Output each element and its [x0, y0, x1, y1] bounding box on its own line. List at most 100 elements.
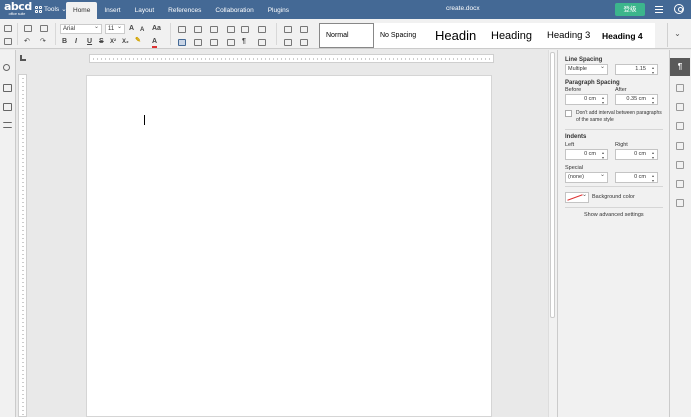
vertical-ruler[interactable] [18, 74, 27, 417]
spacing-before-field[interactable]: 0 cm [565, 94, 608, 105]
highlight-color-icon[interactable]: ✎ [135, 37, 141, 45]
increase-indent-icon[interactable] [241, 26, 249, 33]
navigation-icon[interactable] [3, 122, 12, 128]
paste-icon[interactable] [40, 25, 48, 32]
underline-button[interactable]: U [87, 38, 92, 46]
indent-left-field[interactable]: 0 cm [565, 149, 608, 160]
justify-icon[interactable] [227, 39, 235, 46]
copy-style-icon[interactable] [284, 39, 292, 46]
user-account-icon[interactable] [674, 4, 684, 14]
italic-button[interactable]: I [75, 38, 77, 46]
table-settings-icon[interactable] [676, 84, 684, 92]
line-spacing-type-select[interactable]: Multiple [565, 63, 608, 75]
paragraph-spacing-title: Paragraph Spacing [565, 80, 620, 86]
tab-home[interactable]: Home [66, 2, 98, 19]
styles-gallery: Normal No Spacing Headin Heading Heading… [319, 23, 655, 50]
chart-settings-icon[interactable] [676, 161, 684, 169]
align-right-icon[interactable] [210, 39, 218, 46]
shading-icon[interactable] [258, 39, 266, 46]
tab-layout[interactable]: Layout [128, 2, 162, 19]
comments-icon[interactable] [3, 84, 12, 92]
after-label: After [615, 87, 627, 93]
increase-font-button[interactable]: A [129, 25, 134, 33]
document-title: create.docx [446, 5, 480, 12]
hamburger-menu-icon[interactable] [655, 6, 663, 13]
style-heading-2[interactable]: Heading [485, 23, 541, 48]
bold-button[interactable]: B [62, 38, 67, 46]
title-bar: abcd office suite Tools ⌄ Home Insert La… [0, 0, 691, 19]
text-art-icon[interactable] [676, 180, 684, 188]
header-footer-icon[interactable] [676, 122, 684, 130]
line-spacing-value-field[interactable]: 1.15 [615, 64, 658, 75]
special-indent-field[interactable]: 0 cm [615, 172, 658, 183]
logo-text: abcd [4, 0, 32, 13]
font-color-button[interactable]: A [152, 38, 158, 48]
spacing-after-field[interactable]: 0.35 cm [615, 94, 658, 105]
tab-stop-selector[interactable] [20, 55, 26, 61]
scrollbar-thumb[interactable] [550, 52, 555, 318]
align-center-icon[interactable] [194, 39, 202, 46]
background-color-picker[interactable] [565, 192, 589, 203]
redo-icon[interactable]: ↷ [40, 38, 46, 46]
style-heading-1[interactable]: Headin [429, 23, 485, 48]
indents-title: Indents [565, 134, 587, 140]
undo-icon[interactable]: ↶ [24, 38, 30, 46]
paragraph-settings-panel [557, 50, 669, 417]
indent-right-label: Right [615, 142, 628, 148]
font-name-select[interactable]: Arial [60, 23, 102, 34]
show-advanced-settings-link[interactable]: Show advanced settings [584, 212, 644, 218]
font-size-select[interactable]: 11 [105, 23, 125, 34]
tab-references[interactable]: References [161, 2, 208, 19]
style-heading-3[interactable]: Heading 3 [541, 23, 596, 48]
paragraph-settings-tab[interactable]: ¶ [670, 58, 690, 76]
special-indent-select[interactable]: (none) [565, 171, 608, 183]
numbered-list-icon[interactable] [194, 26, 202, 33]
style-heading-4[interactable]: Heading 4 [596, 23, 655, 48]
ribbon-tabs: Home Insert Layout References Collaborat… [66, 2, 296, 19]
tab-plugins[interactable]: Plugins [261, 2, 296, 19]
dont-add-interval-label: Don't add interval between paragraphs of… [576, 110, 662, 123]
styles-expand-button[interactable]: ⌄ [667, 23, 687, 47]
shape-settings-icon[interactable] [676, 142, 684, 150]
strikethrough-button[interactable]: S [99, 38, 104, 46]
multilevel-list-icon[interactable] [210, 26, 218, 33]
mail-merge-icon[interactable] [300, 39, 308, 46]
document-page[interactable] [86, 75, 492, 417]
line-spacing-title: Line Spacing [565, 57, 603, 63]
change-case-button[interactable]: Aa [152, 25, 161, 33]
print-icon[interactable] [4, 25, 12, 32]
background-color-label: Background color [592, 194, 635, 200]
copy-icon[interactable] [24, 25, 32, 32]
style-no-spacing[interactable]: No Spacing [374, 23, 429, 48]
text-cursor [144, 115, 145, 125]
special-label: Special [565, 165, 584, 171]
save-icon[interactable] [4, 38, 12, 45]
line-spacing-icon[interactable] [258, 26, 266, 33]
search-icon[interactable] [3, 64, 10, 71]
image-settings-icon[interactable] [676, 103, 684, 111]
upgrade-button[interactable]: 登级 [615, 3, 645, 16]
grid-icon [35, 5, 42, 13]
decrease-indent-icon[interactable] [227, 26, 235, 33]
app-logo[interactable]: abcd office suite [4, 0, 32, 17]
indent-right-field[interactable]: 0 cm [615, 149, 658, 160]
superscript-button[interactable]: X² [110, 38, 116, 46]
style-normal[interactable]: Normal [319, 23, 374, 48]
tab-collaboration[interactable]: Collaboration [208, 2, 260, 19]
tools-label: Tools [44, 5, 60, 13]
before-label: Before [565, 87, 582, 93]
bullet-list-icon[interactable] [178, 26, 186, 33]
paragraph-marks-button[interactable]: ¶ [242, 38, 246, 46]
tab-insert[interactable]: Insert [97, 2, 127, 19]
subscript-button[interactable]: X₂ [122, 38, 129, 46]
clear-style-icon[interactable] [284, 26, 292, 33]
chat-icon[interactable] [3, 103, 12, 111]
horizontal-ruler[interactable] [89, 54, 494, 63]
decrease-font-button[interactable]: A [140, 26, 144, 34]
tools-menu[interactable]: Tools ⌄ [35, 5, 67, 13]
column-settings-icon[interactable] [300, 26, 308, 33]
align-left-icon[interactable] [178, 39, 186, 46]
indent-left-label: Left [565, 142, 575, 148]
mail-merge-settings-icon[interactable] [676, 199, 684, 207]
dont-add-interval-checkbox[interactable] [565, 110, 572, 117]
